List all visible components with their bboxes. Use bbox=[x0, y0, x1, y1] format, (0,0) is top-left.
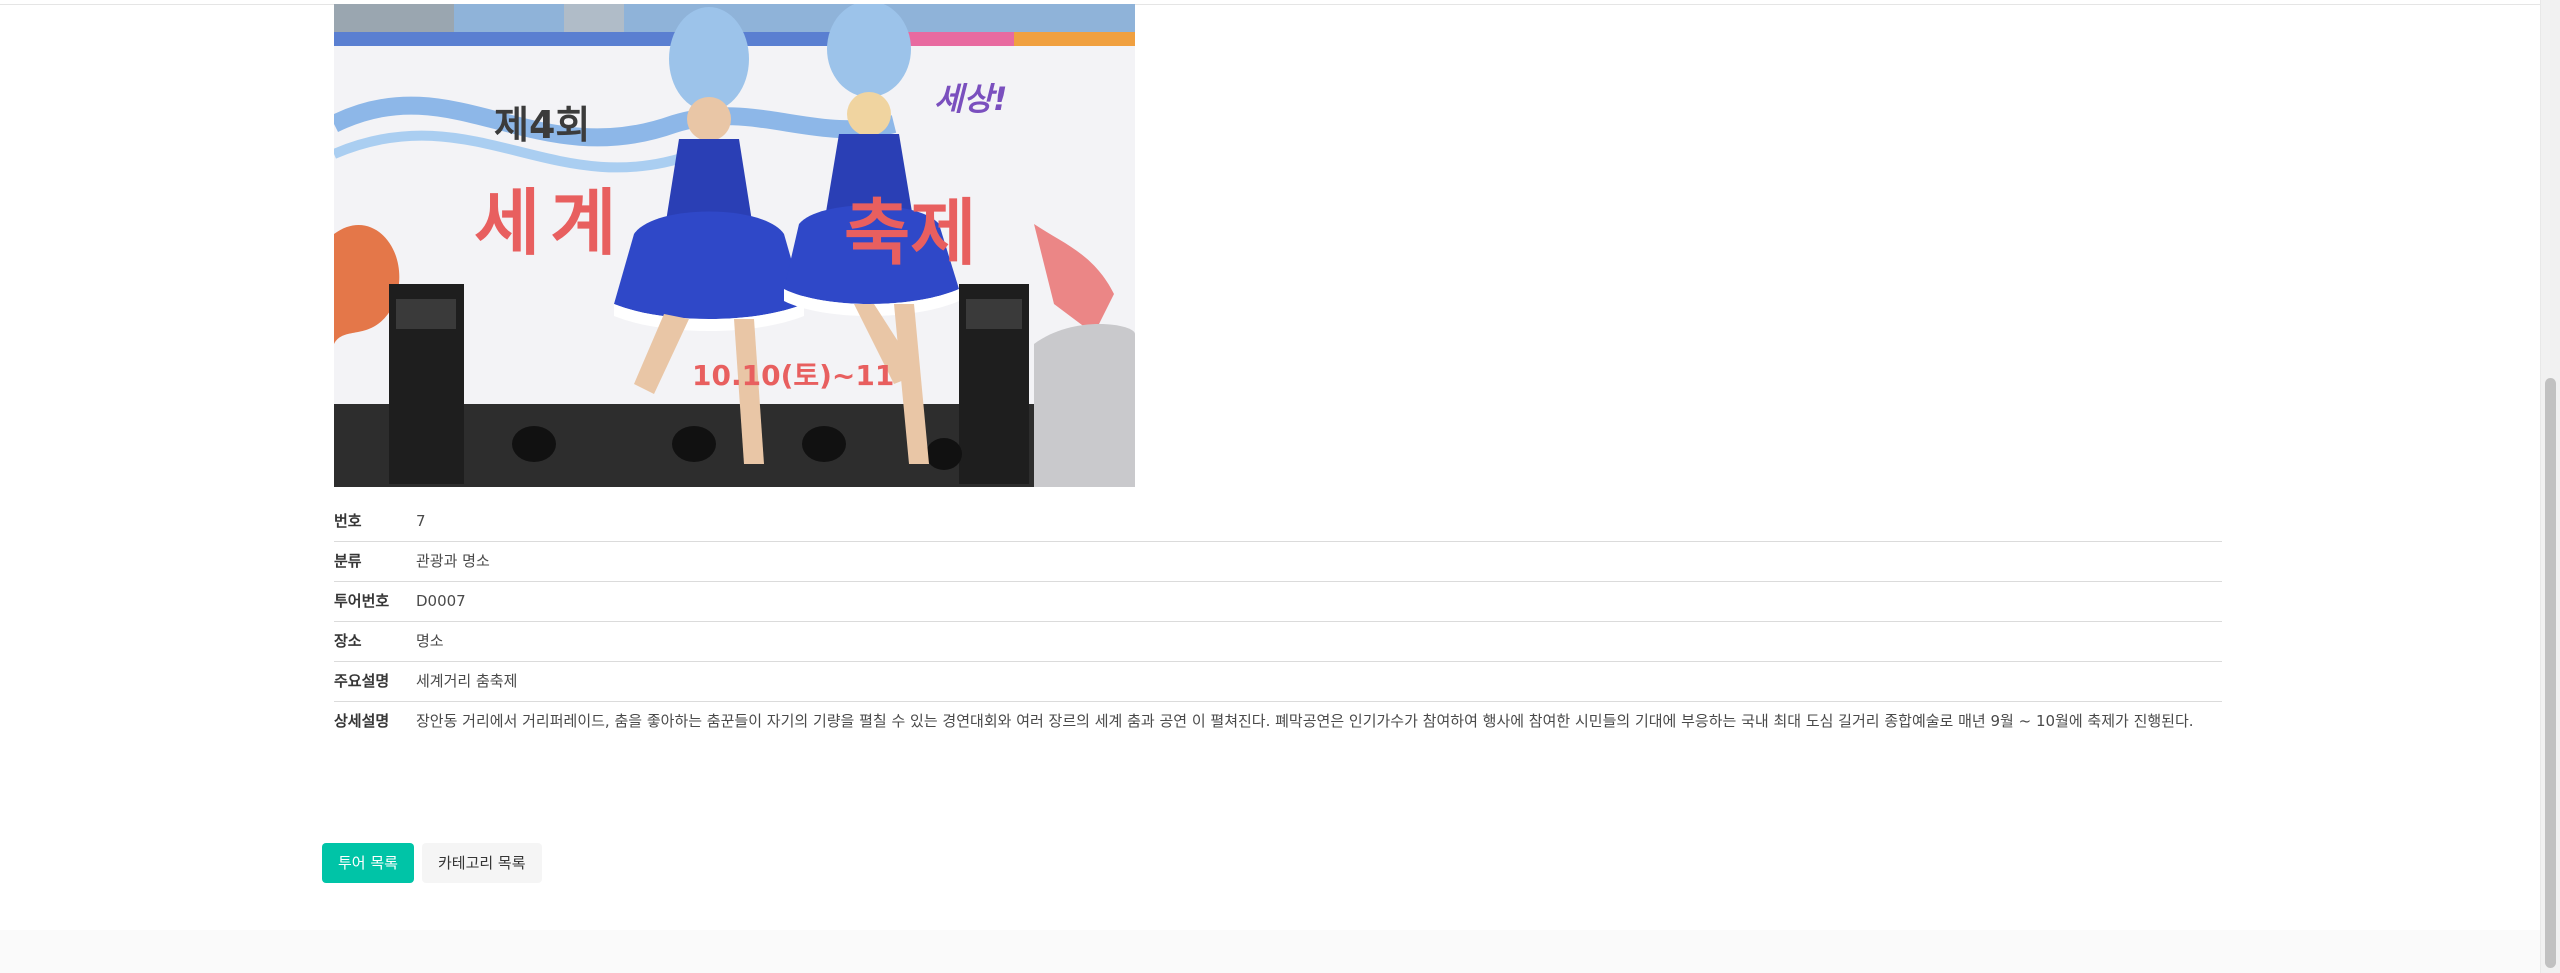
label-detail-description: 상세설명 bbox=[334, 712, 390, 730]
banner-slogan: 세상! bbox=[934, 80, 1008, 118]
vertical-scrollbar[interactable] bbox=[2540, 0, 2560, 973]
table-row: 투어번호 D0007 bbox=[334, 581, 2222, 622]
scrollbar-thumb[interactable] bbox=[2545, 378, 2556, 968]
value-category: 관광과 명소 bbox=[416, 541, 2222, 582]
table-row: 장소 명소 bbox=[334, 621, 2222, 662]
tour-photo: 제4회 세계 축제 세상! 10.10(토)~11 bbox=[334, 4, 1135, 487]
banner-date: 10.10(토)~11 bbox=[692, 359, 895, 392]
table-row: 번호 7 bbox=[334, 502, 2222, 542]
tour-list-button[interactable]: 투어 목록 bbox=[322, 843, 414, 883]
table-row: 주요설명 세계거리 춤축제 bbox=[334, 661, 2222, 702]
label-category: 분류 bbox=[334, 541, 416, 582]
table-row: 분류 관광과 명소 bbox=[334, 541, 2222, 582]
tour-info-table: 번호 7 분류 관광과 명소 투어번호 D0007 장소 명소 주요설명 세계거… bbox=[334, 502, 2222, 741]
category-list-button[interactable]: 카테고리 목록 bbox=[421, 843, 542, 883]
banner-number-text: 제4회 bbox=[494, 103, 591, 147]
label-place: 장소 bbox=[334, 621, 416, 662]
label-number: 번호 bbox=[334, 502, 416, 542]
banner-title-left: 세계 bbox=[474, 181, 627, 265]
table-row: 상세설명 장안동 거리에서 거리퍼레이드, 춤을 좋아하는 춤꾼들이 자기의 기… bbox=[334, 702, 2222, 742]
value-number: 7 bbox=[416, 502, 2222, 542]
footer bbox=[0, 930, 2540, 973]
photo-illustration bbox=[334, 4, 1135, 487]
label-tour-number: 투어번호 bbox=[334, 581, 416, 622]
value-detail-description: 장안동 거리에서 거리퍼레이드, 춤을 좋아하는 춤꾼들이 자기의 기량을 펼칠… bbox=[416, 712, 2194, 730]
value-main-description: 세계거리 춤축제 bbox=[416, 661, 2222, 702]
value-tour-number: D0007 bbox=[416, 581, 2222, 622]
banner-title-right: 축제 bbox=[844, 191, 977, 275]
label-main-description: 주요설명 bbox=[334, 661, 416, 702]
value-place: 명소 bbox=[416, 621, 2222, 662]
action-buttons: 투어 목록 카테고리 목록 bbox=[322, 843, 542, 883]
